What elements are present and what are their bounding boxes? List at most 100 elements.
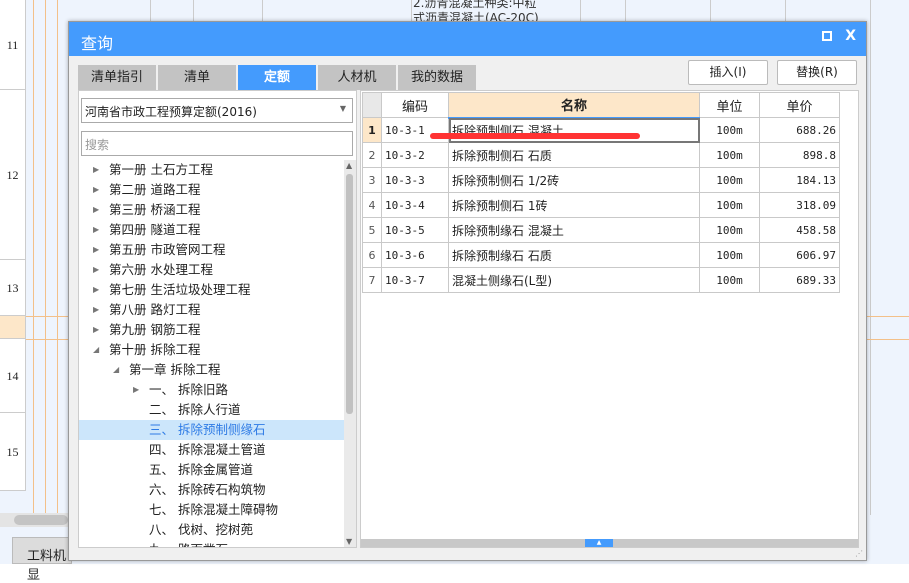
tree-node[interactable]: ▶ 第五册 市政管网工程 (79, 240, 345, 260)
row-number[interactable]: 7 (362, 267, 382, 293)
dialog-titlebar[interactable]: 查询 X (69, 22, 866, 56)
code-cell[interactable]: 10-3-2 (381, 142, 449, 168)
price-cell[interactable]: 318.09 (759, 192, 840, 218)
table-row[interactable]: 6 10-3-6 拆除预制缘石 石质 100m 606.97 (362, 242, 840, 268)
row-number[interactable]: 14 (0, 339, 26, 413)
resize-grip-icon[interactable]: ⋰ (855, 549, 863, 558)
collapsed-arrow-icon[interactable]: ▶ (93, 160, 99, 180)
tree-node[interactable]: ◢ 第一章 拆除工程 (79, 360, 345, 380)
replace-button[interactable]: 替换(R) (777, 60, 857, 85)
expanded-arrow-icon[interactable]: ◢ (113, 360, 119, 380)
tree-node[interactable]: 二、 拆除人行道 (79, 400, 345, 420)
row-number-current[interactable] (0, 316, 26, 339)
unit-cell[interactable]: 100m (699, 217, 760, 243)
tab-quota[interactable]: 定额 (238, 65, 316, 90)
collapsed-arrow-icon[interactable]: ▶ (93, 260, 99, 280)
expanded-arrow-icon[interactable]: ◢ (93, 340, 99, 360)
tree-node[interactable]: ▶ 第一册 土石方工程 (79, 160, 345, 180)
tree-node[interactable]: ▶ 第七册 生活垃圾处理工程 (79, 280, 345, 300)
code-cell[interactable]: 10-3-7 (381, 267, 449, 293)
row-number[interactable]: 12 (0, 90, 26, 260)
collapsed-arrow-icon[interactable]: ▶ (93, 200, 99, 220)
unit-cell[interactable]: 100m (699, 267, 760, 293)
collapsed-arrow-icon[interactable]: ▶ (133, 380, 139, 400)
tree-node[interactable]: 五、 拆除金属管道 (79, 460, 345, 480)
horizontal-scrollbar[interactable] (0, 513, 70, 527)
expand-up-icon[interactable]: ▲ (585, 539, 613, 547)
tree-node[interactable]: 四、 拆除混凝土管道 (79, 440, 345, 460)
tab-bill-guide[interactable]: 清单指引 (78, 65, 156, 90)
name-cell[interactable]: 拆除预制缘石 石质 (448, 242, 700, 268)
tree-node[interactable]: 七、 拆除混凝土障碍物 (79, 500, 345, 520)
tree-node[interactable]: 九、 路面凿石 (79, 540, 345, 547)
unit-cell[interactable]: 100m (699, 142, 760, 168)
row-number[interactable]: 11 (0, 0, 26, 90)
tree-scrollbar[interactable]: ▲ ▼ (344, 160, 356, 547)
scroll-down-icon[interactable]: ▼ (346, 537, 352, 546)
price-cell[interactable]: 688.26 (759, 117, 840, 143)
scroll-up-icon[interactable]: ▲ (346, 161, 352, 170)
code-cell[interactable]: 10-3-6 (381, 242, 449, 268)
search-input[interactable]: 搜索 (81, 131, 353, 156)
chevron-down-icon[interactable]: ▼ (340, 104, 346, 113)
column-header-price[interactable]: 单价 (759, 92, 840, 118)
tree-node[interactable]: ▶ 第三册 桥涵工程 (79, 200, 345, 220)
unit-cell[interactable]: 100m (699, 167, 760, 193)
column-header-unit[interactable]: 单位 (699, 92, 760, 118)
tree-node[interactable]: ▶ 第九册 钢筋工程 (79, 320, 345, 340)
column-header-code[interactable]: 编码 (381, 92, 449, 118)
splitter-bar[interactable]: ▲ (361, 539, 858, 547)
collapsed-arrow-icon[interactable]: ▶ (93, 300, 99, 320)
row-number[interactable]: 15 (0, 413, 26, 491)
price-cell[interactable]: 898.8 (759, 142, 840, 168)
code-cell[interactable]: 10-3-3 (381, 167, 449, 193)
row-number[interactable]: 5 (362, 217, 382, 243)
tree-node[interactable]: ▶ 第六册 水处理工程 (79, 260, 345, 280)
tree-node[interactable]: ▶ 第四册 隧道工程 (79, 220, 345, 240)
tab-bill[interactable]: 清单 (158, 65, 236, 90)
scrollbar-thumb[interactable] (346, 174, 353, 414)
collapsed-arrow-icon[interactable]: ▶ (93, 320, 99, 340)
table-row[interactable]: 5 10-3-5 拆除预制缘石 混凝土 100m 458.58 (362, 217, 840, 243)
row-number[interactable]: 6 (362, 242, 382, 268)
table-row[interactable]: 2 10-3-2 拆除预制侧石 石质 100m 898.8 (362, 142, 840, 168)
row-number[interactable]: 3 (362, 167, 382, 193)
tab-my-data[interactable]: 我的数据 (398, 65, 476, 90)
row-number[interactable]: 2 (362, 142, 382, 168)
collapsed-arrow-icon[interactable]: ▶ (93, 240, 99, 260)
tree-node[interactable]: ◢ 第十册 拆除工程 (79, 340, 345, 360)
table-row[interactable]: 4 10-3-4 拆除预制侧石 1砖 100m 318.09 (362, 192, 840, 218)
collapsed-arrow-icon[interactable]: ▶ (93, 180, 99, 200)
unit-cell[interactable]: 100m (699, 117, 760, 143)
tree-node[interactable]: ▶ 第二册 道路工程 (79, 180, 345, 200)
unit-cell[interactable]: 100m (699, 192, 760, 218)
tab-labor-material-machine[interactable]: 人材机 (318, 65, 396, 90)
price-cell[interactable]: 458.58 (759, 217, 840, 243)
insert-button[interactable]: 插入(I) (688, 60, 768, 85)
tree-node[interactable]: ▶ 第八册 路灯工程 (79, 300, 345, 320)
name-cell[interactable]: 拆除预制侧石 1砖 (448, 192, 700, 218)
table-row[interactable]: 3 10-3-3 拆除预制侧石 1/2砖 100m 184.13 (362, 167, 840, 193)
name-cell[interactable]: 拆除预制侧石 1/2砖 (448, 167, 700, 193)
tree-node[interactable]: 六、 拆除砖石构筑物 (79, 480, 345, 500)
row-number[interactable]: 1 (362, 117, 382, 143)
row-number[interactable]: 13 (0, 260, 26, 316)
price-cell[interactable]: 689.33 (759, 267, 840, 293)
tree-node[interactable]: 三、 拆除预制侧缘石 (79, 420, 345, 440)
table-row[interactable]: 7 10-3-7 混凝土侧缘石(L型) 100m 689.33 (362, 267, 840, 293)
name-cell[interactable]: 拆除预制侧石 石质 (448, 142, 700, 168)
price-cell[interactable]: 184.13 (759, 167, 840, 193)
close-icon[interactable]: X (845, 28, 856, 44)
collapsed-arrow-icon[interactable]: ▶ (93, 220, 99, 240)
name-cell[interactable]: 拆除预制缘石 混凝土 (448, 217, 700, 243)
row-number[interactable]: 4 (362, 192, 382, 218)
collapsed-arrow-icon[interactable]: ▶ (93, 280, 99, 300)
quota-library-select[interactable]: 河南省市政工程预算定额(2016) ▼ (81, 98, 353, 123)
unit-cell[interactable]: 100m (699, 242, 760, 268)
code-cell[interactable]: 10-3-5 (381, 217, 449, 243)
price-cell[interactable]: 606.97 (759, 242, 840, 268)
column-header-name[interactable]: 名称 (448, 92, 700, 119)
tree-node[interactable]: 八、 伐树、挖树蔸 (79, 520, 345, 540)
name-cell[interactable]: 混凝土侧缘石(L型) (448, 267, 700, 293)
maximize-icon[interactable] (822, 31, 832, 41)
